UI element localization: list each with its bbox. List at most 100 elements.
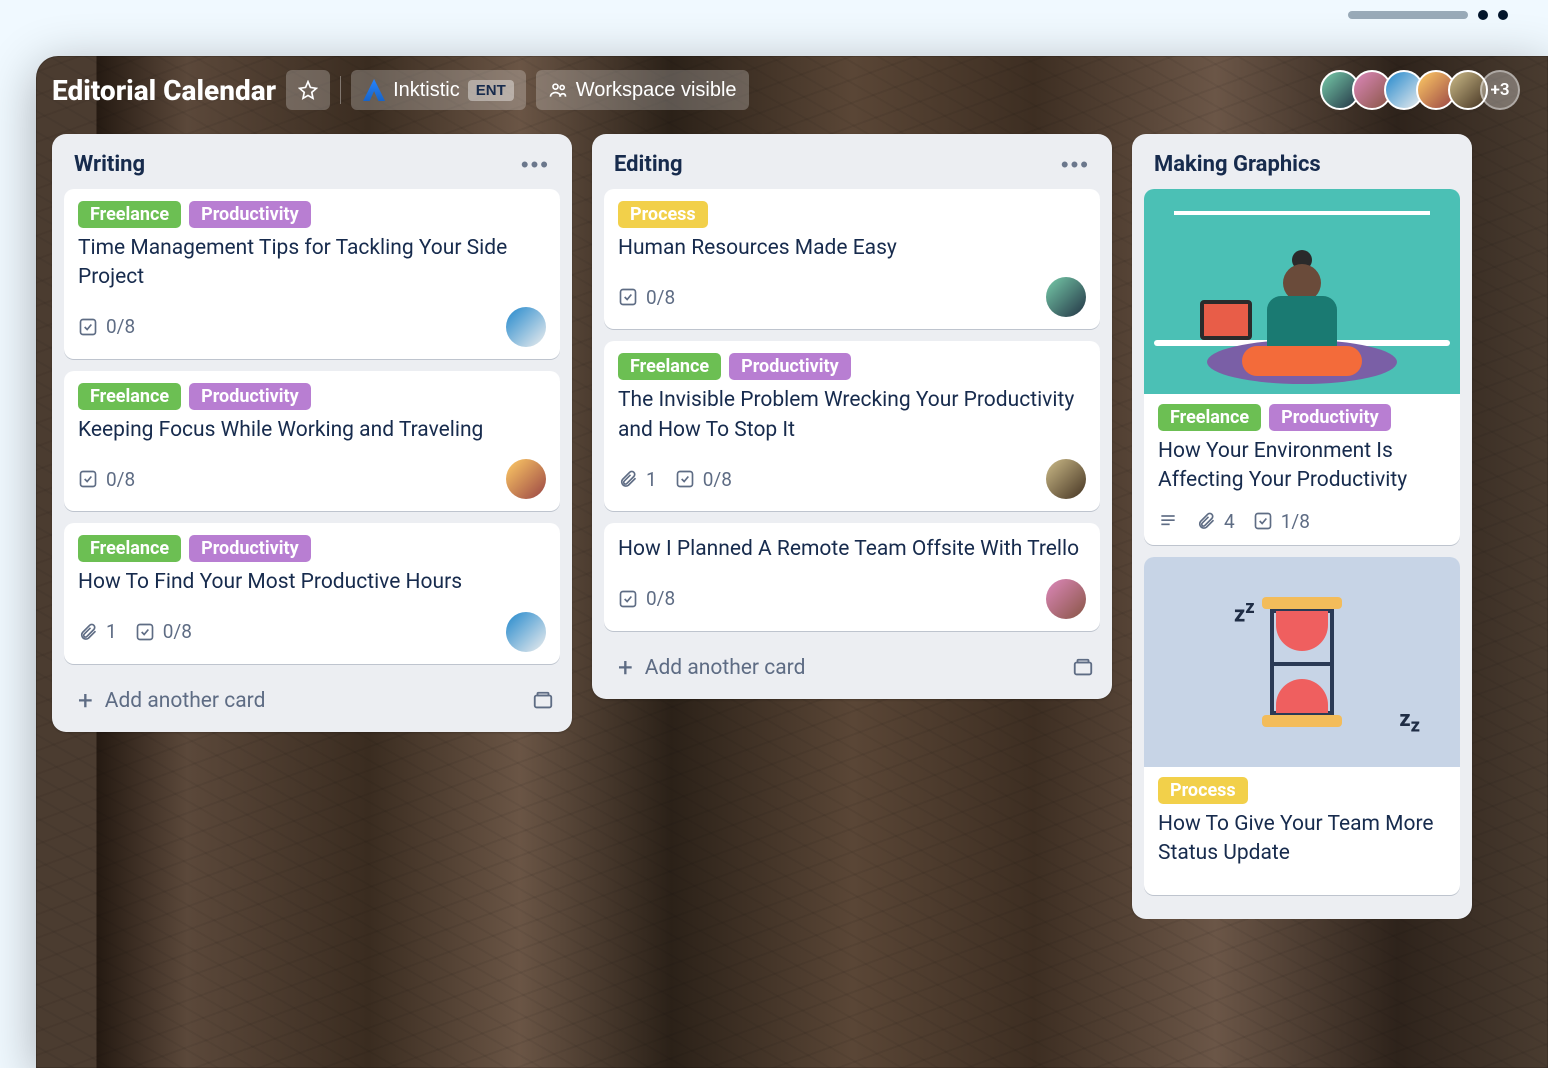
description-badge: [1158, 511, 1178, 531]
card-template-icon[interactable]: [1072, 657, 1094, 679]
list-title[interactable]: Writing: [74, 152, 145, 177]
label-freelance[interactable]: Freelance: [78, 201, 181, 228]
card-member-avatar[interactable]: [1046, 579, 1086, 619]
attachment-count: 1: [646, 468, 657, 491]
label-productivity[interactable]: Productivity: [729, 353, 851, 380]
add-card-button[interactable]: + Add another card: [604, 643, 1100, 687]
list-editing: Editing ••• Process Human Resources Made…: [592, 134, 1112, 699]
label-productivity[interactable]: Productivity: [189, 535, 311, 562]
card-title: The Invisible Problem Wrecking Your Prod…: [618, 386, 1086, 445]
card-member-avatar[interactable]: [506, 612, 546, 652]
checklist-icon: [78, 469, 98, 489]
card-title: How I Planned A Remote Team Offsite With…: [618, 535, 1086, 564]
checklist-badge: 1/8: [1253, 510, 1310, 533]
plus-icon: +: [610, 653, 641, 683]
checklist-badge: 0/8: [618, 286, 675, 309]
board-canvas[interactable]: Writing ••• Freelance Productivity Time …: [36, 124, 1548, 919]
card[interactable]: Freelance Productivity How To Find Your …: [64, 523, 560, 663]
checklist-count: 1/8: [1281, 510, 1310, 533]
list-menu-button[interactable]: •••: [521, 154, 550, 176]
list-title[interactable]: Making Graphics: [1154, 152, 1321, 177]
card-title: How To Give Your Team More Status Update: [1158, 810, 1446, 869]
checklist-badge: 0/8: [135, 620, 192, 643]
label-freelance[interactable]: Freelance: [1158, 404, 1261, 431]
atlassian-icon: [363, 79, 385, 101]
card[interactable]: Process Human Resources Made Easy 0/8: [604, 189, 1100, 329]
card[interactable]: Freelance Productivity Keeping Focus Whi…: [64, 371, 560, 511]
description-icon: [1158, 511, 1178, 531]
checklist-badge: 0/8: [78, 468, 135, 491]
card-title: Time Management Tips for Tackling Your S…: [78, 234, 546, 293]
list-writing: Writing ••• Freelance Productivity Time …: [52, 134, 572, 732]
checklist-badge: 0/8: [675, 468, 732, 491]
card[interactable]: Freelance Productivity How Your Environm…: [1144, 189, 1460, 545]
workspace-name: Inktistic: [393, 79, 460, 102]
label-productivity[interactable]: Productivity: [189, 201, 311, 228]
attachment-count: 1: [106, 620, 117, 643]
card[interactable]: Freelance Productivity Time Management T…: [64, 189, 560, 359]
label-productivity[interactable]: Productivity: [1269, 404, 1391, 431]
checklist-count: 0/8: [646, 286, 675, 309]
browser-tab-bar: [1348, 11, 1468, 19]
label-productivity[interactable]: Productivity: [189, 383, 311, 410]
checklist-count: 0/8: [163, 620, 192, 643]
list-making-graphics: Making Graphics Freelance Productivity H…: [1132, 134, 1472, 919]
attachment-count: 4: [1224, 510, 1235, 533]
label-freelance[interactable]: Freelance: [618, 353, 721, 380]
checklist-icon: [618, 287, 638, 307]
attachment-badge: 1: [618, 468, 657, 491]
visibility-button[interactable]: Workspace visible: [536, 70, 749, 110]
header-divider: [340, 76, 341, 104]
list-menu-button[interactable]: •••: [1061, 154, 1090, 176]
browser-chrome-hint: [1348, 10, 1508, 20]
list-title[interactable]: Editing: [614, 152, 683, 177]
checklist-icon: [1253, 511, 1273, 531]
star-button[interactable]: [286, 70, 330, 110]
browser-dot: [1498, 10, 1508, 20]
card-title: How To Find Your Most Productive Hours: [78, 568, 546, 597]
card-member-avatar[interactable]: [506, 307, 546, 347]
card-title: Human Resources Made Easy: [618, 234, 1086, 263]
attachment-icon: [78, 622, 98, 642]
card[interactable]: zz zz Process How To Give Your Team More…: [1144, 557, 1460, 895]
attachment-badge: 4: [1196, 510, 1235, 533]
checklist-icon: [135, 622, 155, 642]
browser-dot: [1478, 10, 1488, 20]
card-member-avatar[interactable]: [1046, 277, 1086, 317]
board-members[interactable]: +3: [1328, 70, 1520, 110]
checklist-icon: [618, 589, 638, 609]
board-header: Editorial Calendar Inktistic ENT Workspa…: [36, 56, 1548, 124]
workspace-tier-badge: ENT: [468, 80, 514, 101]
checklist-badge: 0/8: [78, 315, 135, 338]
card[interactable]: How I Planned A Remote Team Offsite With…: [604, 523, 1100, 630]
attachment-icon: [618, 469, 638, 489]
attachment-badge: 1: [78, 620, 117, 643]
card-member-avatar[interactable]: [1046, 459, 1086, 499]
board-title[interactable]: Editorial Calendar: [52, 74, 276, 107]
attachment-icon: [1196, 511, 1216, 531]
card-member-avatar[interactable]: [506, 459, 546, 499]
card-template-icon[interactable]: [532, 690, 554, 712]
label-freelance[interactable]: Freelance: [78, 383, 181, 410]
checklist-count: 0/8: [106, 315, 135, 338]
people-icon: [548, 80, 568, 100]
workspace-button[interactable]: Inktistic ENT: [351, 70, 526, 110]
label-freelance[interactable]: Freelance: [78, 535, 181, 562]
add-card-button[interactable]: + Add another card: [64, 676, 560, 720]
add-card-label: Add another card: [645, 656, 806, 680]
more-members-count[interactable]: +3: [1480, 70, 1520, 110]
card[interactable]: Freelance Productivity The Invisible Pro…: [604, 341, 1100, 511]
checklist-badge: 0/8: [618, 587, 675, 610]
label-process[interactable]: Process: [618, 201, 708, 228]
zzz-icon: zz: [1399, 707, 1420, 736]
visibility-label: Workspace visible: [576, 79, 737, 102]
checklist-icon: [675, 469, 695, 489]
zzz-icon: zz: [1234, 597, 1255, 627]
checklist-count: 0/8: [703, 468, 732, 491]
add-card-label: Add another card: [105, 689, 266, 713]
card-title: How Your Environment Is Affecting Your P…: [1158, 437, 1446, 496]
card-cover-hourglass: zz zz: [1144, 557, 1460, 767]
label-process[interactable]: Process: [1158, 777, 1248, 804]
star-icon: [298, 80, 318, 100]
board-window: Editorial Calendar Inktistic ENT Workspa…: [36, 56, 1548, 1068]
